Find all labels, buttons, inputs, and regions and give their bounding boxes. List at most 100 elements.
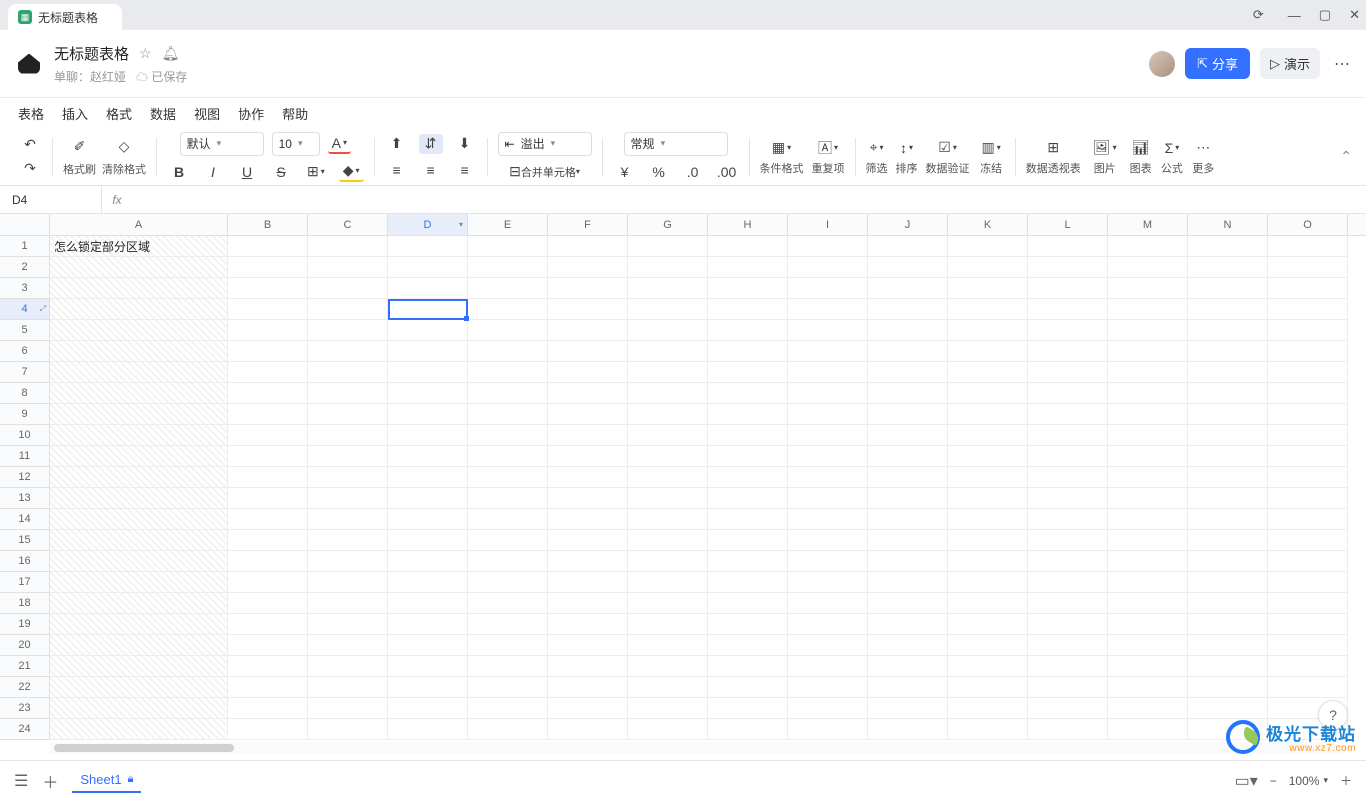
cell-J6[interactable] [868, 341, 948, 362]
cell-M1[interactable] [1108, 236, 1188, 257]
cell-J12[interactable] [868, 467, 948, 488]
cell-B17[interactable] [228, 572, 308, 593]
cell-O16[interactable] [1268, 551, 1348, 572]
cell-C5[interactable] [308, 320, 388, 341]
cell-A20[interactable] [50, 635, 228, 656]
cell-B16[interactable] [228, 551, 308, 572]
cell-E12[interactable] [468, 467, 548, 488]
cell-L2[interactable] [1028, 257, 1108, 278]
cell-A11[interactable] [50, 446, 228, 467]
cell-N24[interactable] [1188, 719, 1268, 740]
cell-M21[interactable] [1108, 656, 1188, 677]
cell-E3[interactable] [468, 278, 548, 299]
cell-F19[interactable] [548, 614, 628, 635]
image-icon[interactable]: 🖼︎▾ [1089, 138, 1121, 158]
cell-B11[interactable] [228, 446, 308, 467]
cell-I1[interactable] [788, 236, 868, 257]
cell-K23[interactable] [948, 698, 1028, 719]
cell-L1[interactable] [1028, 236, 1108, 257]
cell-G21[interactable] [628, 656, 708, 677]
font-family-dropdown[interactable]: 默认▾ [180, 132, 264, 156]
cell-K13[interactable] [948, 488, 1028, 509]
cell-D24[interactable] [388, 719, 468, 740]
cell-C16[interactable] [308, 551, 388, 572]
cell-D12[interactable] [388, 467, 468, 488]
cell-C10[interactable] [308, 425, 388, 446]
close-icon[interactable]: ✕ [1349, 7, 1360, 23]
menu-data[interactable]: 数据 [150, 104, 176, 123]
cell-J14[interactable] [868, 509, 948, 530]
cell-N14[interactable] [1188, 509, 1268, 530]
cell-H4[interactable] [708, 299, 788, 320]
cell-L24[interactable] [1028, 719, 1108, 740]
cell-F12[interactable] [548, 467, 628, 488]
column-header-O[interactable]: O [1268, 214, 1348, 235]
sort-icon[interactable]: ↕▾ [896, 138, 917, 158]
cell-H15[interactable] [708, 530, 788, 551]
cell-G22[interactable] [628, 677, 708, 698]
cell-O11[interactable] [1268, 446, 1348, 467]
cell-H22[interactable] [708, 677, 788, 698]
cell-I13[interactable] [788, 488, 868, 509]
cell-G4[interactable] [628, 299, 708, 320]
merge-cells-button[interactable]: ⊟ 合并单元格 ▾ [505, 162, 584, 182]
cell-G16[interactable] [628, 551, 708, 572]
cell-G9[interactable] [628, 404, 708, 425]
cell-A8[interactable] [50, 383, 228, 404]
cell-B15[interactable] [228, 530, 308, 551]
cell-J15[interactable] [868, 530, 948, 551]
cell-K19[interactable] [948, 614, 1028, 635]
row-header-20[interactable]: 20 [0, 635, 50, 656]
cell-B2[interactable] [228, 257, 308, 278]
cell-O8[interactable] [1268, 383, 1348, 404]
cell-F24[interactable] [548, 719, 628, 740]
cell-F14[interactable] [548, 509, 628, 530]
cell-J19[interactable] [868, 614, 948, 635]
column-header-J[interactable]: J [868, 214, 948, 235]
column-header-C[interactable]: C [308, 214, 388, 235]
cell-L14[interactable] [1028, 509, 1108, 530]
cell-D21[interactable] [388, 656, 468, 677]
cell-I3[interactable] [788, 278, 868, 299]
cell-J11[interactable] [868, 446, 948, 467]
cell-K10[interactable] [948, 425, 1028, 446]
cell-E24[interactable] [468, 719, 548, 740]
cell-D20[interactable] [388, 635, 468, 656]
cell-K12[interactable] [948, 467, 1028, 488]
select-all-corner[interactable] [0, 214, 50, 235]
cell-K18[interactable] [948, 593, 1028, 614]
format-painter-icon[interactable]: ✐ [68, 137, 92, 157]
cell-K16[interactable] [948, 551, 1028, 572]
cell-G24[interactable] [628, 719, 708, 740]
row-header-14[interactable]: 14 [0, 509, 50, 530]
pivot-icon[interactable]: ⊞ [1041, 138, 1065, 158]
cell-F23[interactable] [548, 698, 628, 719]
spreadsheet-grid[interactable]: ABCDEFGHIJKLMNO 1怎么锁定部分区域234567891011121… [0, 214, 1366, 754]
cell-K2[interactable] [948, 257, 1028, 278]
cell-D19[interactable] [388, 614, 468, 635]
cell-N5[interactable] [1188, 320, 1268, 341]
cell-K1[interactable] [948, 236, 1028, 257]
menu-format[interactable]: 格式 [106, 104, 132, 123]
more-toolbar-icon[interactable]: ⋯ [1191, 138, 1215, 158]
cell-M20[interactable] [1108, 635, 1188, 656]
fill-color-icon[interactable]: ◆▾ [339, 162, 364, 182]
cell-D2[interactable] [388, 257, 468, 278]
cell-G19[interactable] [628, 614, 708, 635]
cell-N22[interactable] [1188, 677, 1268, 698]
cell-F11[interactable] [548, 446, 628, 467]
cell-I20[interactable] [788, 635, 868, 656]
cell-H13[interactable] [708, 488, 788, 509]
cell-K9[interactable] [948, 404, 1028, 425]
cell-M24[interactable] [1108, 719, 1188, 740]
cell-F8[interactable] [548, 383, 628, 404]
cell-M13[interactable] [1108, 488, 1188, 509]
row-header-17[interactable]: 17 [0, 572, 50, 593]
cell-I16[interactable] [788, 551, 868, 572]
align-left-icon[interactable]: ≡ [385, 160, 409, 180]
cell-N13[interactable] [1188, 488, 1268, 509]
cell-D8[interactable] [388, 383, 468, 404]
cell-M23[interactable] [1108, 698, 1188, 719]
cell-B13[interactable] [228, 488, 308, 509]
menu-table[interactable]: 表格 [18, 104, 44, 123]
